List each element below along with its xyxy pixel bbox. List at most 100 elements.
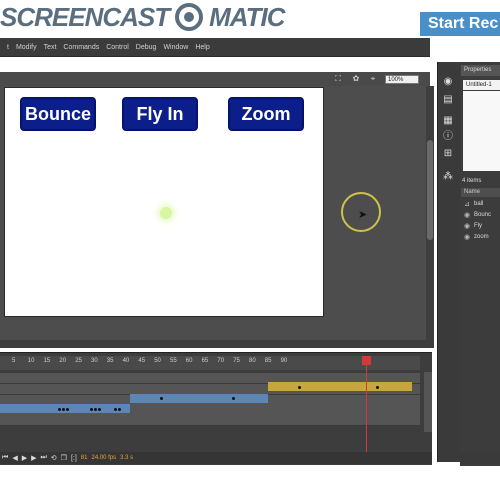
step-back-icon[interactable]: ◀: [12, 454, 17, 462]
elapsed-time: 3.3 s: [120, 455, 134, 461]
tween-span-fly[interactable]: [130, 394, 268, 403]
keyframe[interactable]: [114, 408, 117, 411]
keyframe[interactable]: [118, 408, 121, 411]
stage-horizontal-scrollbar[interactable]: [0, 340, 430, 348]
keyframe[interactable]: [62, 408, 65, 411]
library-item-label: ball: [474, 201, 484, 207]
library-icon[interactable]: ▤: [443, 95, 453, 105]
ruler-tick-label: 75: [233, 358, 240, 364]
ruler-tick-label: 35: [106, 358, 114, 364]
loop-icon[interactable]: ⟲: [51, 454, 57, 462]
ruler-tick-label: 20: [59, 358, 67, 364]
menu-item-partial[interactable]: t: [7, 44, 9, 51]
menu-item-modify[interactable]: Modify: [16, 44, 37, 51]
library-name-header[interactable]: Name: [461, 188, 500, 197]
mouse-pointer-icon: ➤: [358, 209, 368, 221]
ruler-tick-label: 40: [122, 358, 130, 364]
ruler-tick-label: 65: [201, 358, 209, 364]
menu-item-commands[interactable]: Commands: [63, 44, 99, 51]
onion-skin-icon[interactable]: ❐: [61, 454, 67, 462]
ruler-tick-label: 55: [170, 358, 177, 364]
edit-bar: [0, 72, 430, 87]
ball-symbol[interactable]: [160, 207, 172, 219]
ruler-tick-label: 15: [43, 358, 51, 364]
keyframe[interactable]: [94, 408, 97, 411]
ruler-tick-label: 10: [27, 358, 35, 364]
button-symbol-icon: ◉: [464, 222, 471, 230]
menu-item-text[interactable]: Text: [44, 44, 57, 51]
properties-body: [463, 91, 500, 171]
playhead-line: [366, 356, 367, 454]
library-item[interactable]: ◉ zoom: [464, 232, 500, 242]
timeline-scrollbar[interactable]: [424, 372, 432, 432]
go-to-last-icon[interactable]: ⏭: [40, 454, 46, 462]
info-icon[interactable]: ⓘ: [443, 132, 453, 142]
ruler-tick-label: 25: [75, 358, 82, 364]
keyframe[interactable]: [98, 408, 101, 411]
screencast-logo: SCREENCAST MATIC: [0, 0, 286, 34]
ruler-tick-label: 90: [280, 358, 288, 364]
button-symbol-icon: ◉: [464, 233, 471, 241]
library-item-label: Fly: [474, 223, 482, 229]
start-record-button[interactable]: Start Rec: [420, 12, 500, 36]
symbol-icon[interactable]: ✿: [352, 75, 360, 83]
play-icon[interactable]: ▶: [22, 454, 27, 462]
timeline-layer-row[interactable]: [0, 415, 420, 426]
zoom-select[interactable]: 100%: [385, 75, 419, 84]
ruler-tick-label: 70: [217, 358, 225, 364]
graphic-symbol-icon: ⊿: [464, 200, 470, 208]
menu-item-window[interactable]: Window: [163, 44, 188, 51]
current-frame: 81: [80, 455, 88, 461]
button-symbol-icon: ◉: [464, 211, 471, 219]
logo-o-icon: [175, 3, 204, 31]
ruler-tick-label: 80: [249, 358, 256, 364]
ruler-tick-label: 60: [185, 358, 193, 364]
menu-item-help[interactable]: Help: [195, 44, 209, 51]
ruler-tick-label: 30: [91, 358, 98, 364]
keyframe[interactable]: [298, 386, 301, 389]
menu-item-control[interactable]: Control: [106, 44, 129, 51]
menu-item-debug[interactable]: Debug: [136, 44, 157, 51]
frame-rate: 24.00 fps: [91, 455, 117, 461]
playhead[interactable]: [362, 356, 371, 365]
keyframe[interactable]: [376, 386, 379, 389]
timeline-controls: ⏮ ◀ ▶ ▶ ⏭ ⟲ ❐ [:] 81 24.00 fps 3.3 s: [0, 452, 432, 464]
logo-text-left: SCREENCAST: [0, 1, 170, 32]
properties-icon[interactable]: ◉: [443, 77, 453, 87]
step-forward-icon[interactable]: ▶: [31, 454, 36, 462]
tween-span-zoom[interactable]: [268, 382, 412, 391]
transform-icon[interactable]: ⊞: [443, 149, 453, 159]
tween-span-bounce[interactable]: [0, 404, 130, 413]
bounce-button[interactable]: Bounce: [20, 97, 96, 131]
library-item-count: 4 items: [462, 178, 482, 184]
center-stage-icon[interactable]: ⌖: [369, 75, 377, 83]
library-item-label: Bounc: [474, 212, 492, 218]
keyframe[interactable]: [232, 397, 235, 400]
ruler-tick-label: 5: [12, 358, 16, 364]
keyframe[interactable]: [58, 408, 61, 411]
library-item[interactable]: ◉ Bounc: [464, 210, 500, 220]
stage-scroll-thumb[interactable]: [427, 140, 433, 240]
ruler-tick-label: 50: [154, 358, 161, 364]
keyframe[interactable]: [90, 408, 93, 411]
motion-presets-icon[interactable]: ⁂: [443, 172, 453, 182]
library-item[interactable]: ◉ Fly: [464, 221, 500, 231]
properties-tab[interactable]: Properties: [461, 65, 500, 76]
logo-text-right: MATIC: [209, 1, 285, 32]
fly-in-button[interactable]: Fly In: [122, 97, 198, 131]
screen-bottom-margin: [0, 466, 500, 500]
library-item[interactable]: ⊿ ball: [464, 199, 500, 209]
library-item-label: zoom: [474, 234, 489, 240]
ruler-tick-label: 45: [138, 358, 146, 364]
library-footer: [460, 452, 500, 464]
scene-icon[interactable]: ⛶: [334, 75, 342, 83]
zoom-button[interactable]: Zoom: [228, 97, 304, 131]
go-to-first-icon[interactable]: ⏮: [2, 454, 8, 462]
align-icon[interactable]: ▦: [443, 116, 453, 126]
keyframe[interactable]: [160, 397, 163, 400]
keyframe[interactable]: [66, 408, 69, 411]
menu-bar: t Modify Text Commands Control Debug Win…: [0, 38, 430, 57]
document-name: Untitled-1: [463, 80, 500, 90]
ruler-tick-label: 85: [264, 358, 272, 364]
edit-markers-icon[interactable]: [:]: [71, 455, 77, 462]
